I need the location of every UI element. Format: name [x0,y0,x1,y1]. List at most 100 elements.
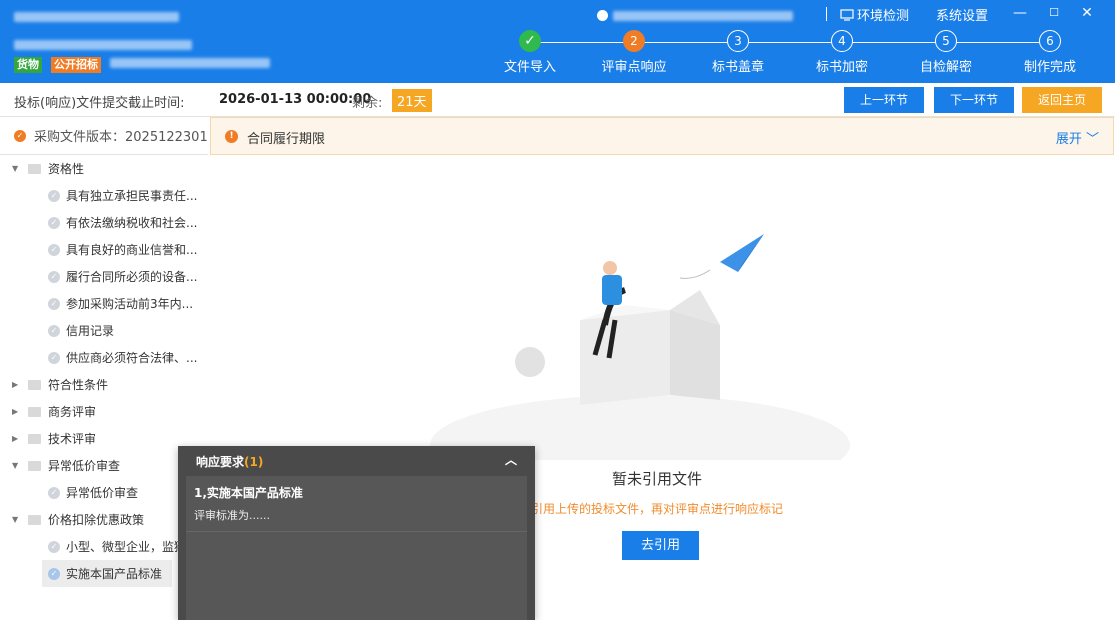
check-circle-icon: ✓ [48,270,60,283]
cite-file-button[interactable]: 去引用 [622,531,699,560]
step-circle: 5 [935,30,957,52]
check-circle-icon: ✓ [48,567,60,580]
folder-icon [28,163,41,174]
empty-state-hint: 引用上传的投标文件，再对评审点进行响应标记 [531,502,784,516]
user-icon [597,10,608,21]
remaining-days-badge: 21天 [392,89,432,112]
maximize-button[interactable]: ☐ [1043,3,1065,23]
step-label: 标书加密 [815,60,868,75]
project-name-redacted [14,40,192,50]
check-circle-icon: ✓ [48,189,60,202]
caret-right-icon[interactable]: ▶ [12,380,22,389]
step-circle: 6 [1039,30,1061,52]
user-info[interactable] [597,10,807,21]
alert-icon: ! [225,130,238,143]
env-check-link[interactable]: 环境检测 [840,5,909,24]
folder-icon [28,379,41,390]
tree-leaf[interactable]: ✓ 具有良好的商业信誉和... [0,236,208,263]
tree-leaf[interactable]: ✓ 异常低价审查 [0,479,208,506]
prev-step-button[interactable]: 上一环节 [844,87,924,113]
tree-leaf[interactable]: ✓ 实施本国产品标准 [42,560,172,587]
check-circle-icon: ✓ [48,243,60,256]
deadline-bar: 投标(响应)文件提交截止时间: 2026-01-13 00:00:00 剩余: … [0,83,1115,117]
tree-node-label: 异常低价审查 [66,486,139,500]
tree-leaf[interactable]: ✓ 小型、微型企业，监狱 [0,533,208,560]
tree-node-label: 信用记录 [66,324,115,338]
deadline-label: 投标(响应)文件提交截止时间: [14,96,185,111]
step-6: 6 制作完成 [1005,30,1095,75]
panel-title: 响应要求 [196,455,245,469]
tree-node-label: 小型、微型企业，监狱 [66,540,187,554]
tree-group[interactable]: ▼ 资格性 [0,155,208,182]
step-label: 自检解密 [919,60,972,75]
tree-leaf[interactable]: ✓ 供应商必须符合法律、... [0,344,208,371]
step-2: 2 评审点响应 [589,30,679,75]
tree-leaf[interactable]: ✓ 履行合同所必须的设备... [0,263,208,290]
step-5: 5 自检解密 [901,30,991,75]
step-1: ✓ 文件导入 [485,30,575,75]
tree-node-label: 技术评审 [48,432,97,446]
tree-leaf[interactable]: ✓ 信用记录 [0,317,208,344]
collapse-icon[interactable]: ︿ [505,451,517,468]
requirement-title: 1,实施本国产品标准 [194,486,303,500]
response-requirements-panel: 响应要求(1) ︿ 1,实施本国产品标准 评审标准为...... [178,446,535,620]
progress-steps: ✓ 文件导入 2 评审点响应 3 标书盖章 4 标书加密 5 自检解密 6 制作完成 [490,30,1110,78]
panel-body: 1,实施本国产品标准 评审标准为...... [186,476,527,620]
tree-group[interactable]: ▼ 价格扣除优惠政策 [0,506,208,533]
tree-leaf[interactable]: ✓ 参加采购活动前3年内... [0,290,208,317]
tree-node-label: 参加采购活动前3年内... [66,297,194,311]
tree-node-label: 履行合同所必须的设备... [66,270,198,284]
tree-group[interactable]: ▶ 商务评审 [0,398,208,425]
minimize-button[interactable]: — [1009,3,1031,23]
step-label: 文件导入 [503,60,556,75]
requirement-item[interactable]: 1,实施本国产品标准 评审标准为...... [186,476,527,532]
step-circle: 2 [623,30,645,52]
version-label: 采购文件版本：2025122301 [34,130,208,145]
tree-leaf[interactable]: ✓ 具有独立承担民事责任... [0,182,208,209]
topbar-divider [826,7,827,21]
criteria-tree: ▼ 资格性 ✓ 具有独立承担民事责任... ✓ 有依法缴纳税收和社会... ✓ 具有良好的商业… [0,155,208,587]
tree-group[interactable]: ▼ 异常低价审查 [0,452,208,479]
tree-node-label: 供应商必须符合法律、... [66,351,198,365]
caret-right-icon[interactable]: ▶ [12,434,22,443]
criterion-notice-bar: ! 合同履行期限 展开 ﹀ [210,117,1114,155]
env-check-label: 环境检测 [857,9,910,24]
expand-label: 展开 [1055,132,1082,147]
check-circle-icon: ✓ [48,297,60,310]
caret-down-icon[interactable]: ▼ [12,461,22,470]
step-3: 3 标书盖章 [693,30,783,75]
requirement-desc: 评审标准为...... [194,509,270,522]
close-button[interactable]: ✕ [1076,3,1098,23]
username-redacted [613,11,793,21]
check-circle-icon: ✓ [48,486,60,499]
check-circle-icon: ✓ [48,540,60,553]
tree-node-label: 符合性条件 [48,378,109,392]
tree-node-label: 具有独立承担民事责任... [66,189,198,203]
back-home-button[interactable]: 返回主页 [1022,87,1102,113]
tree-node-label: 商务评审 [48,405,97,419]
tree-group[interactable]: ▶ 符合性条件 [0,371,208,398]
tag-goods: 货物 [14,57,42,73]
tree-group[interactable]: ▶ 技术评审 [0,425,208,452]
caret-down-icon[interactable]: ▼ [12,164,22,173]
system-settings-link[interactable]: 系统设置 [936,5,988,24]
expand-toggle[interactable]: 展开 ﹀ [1056,128,1099,147]
tree-node-label: 价格扣除优惠政策 [48,513,145,527]
step-circle: 4 [831,30,853,52]
document-version: ✓ 采购文件版本：2025122301 [0,117,208,155]
project-code-redacted [110,58,270,68]
empty-state-title: 暂未引用文件 [612,470,703,488]
folder-icon [28,406,41,417]
app-header: 货物 公开招标 环境检测 系统设置 — ☐ ✕ ✓ 文件导入 2 评审点响应 3 标书盖章… [0,0,1115,83]
caret-down-icon[interactable]: ▼ [12,515,22,524]
step-label: 评审点响应 [601,60,667,75]
tree-leaf[interactable]: ✓ 有依法缴纳税收和社会... [0,209,208,236]
tree-node-label: 异常低价审查 [48,459,121,473]
step-circle: ✓ [519,30,541,52]
step-circle: 3 [727,30,749,52]
next-step-button[interactable]: 下一环节 [934,87,1014,113]
caret-right-icon[interactable]: ▶ [12,407,22,416]
version-icon: ✓ [14,129,26,142]
panel-header: 响应要求(1) ︿ [178,446,535,474]
monitor-icon [840,8,854,21]
